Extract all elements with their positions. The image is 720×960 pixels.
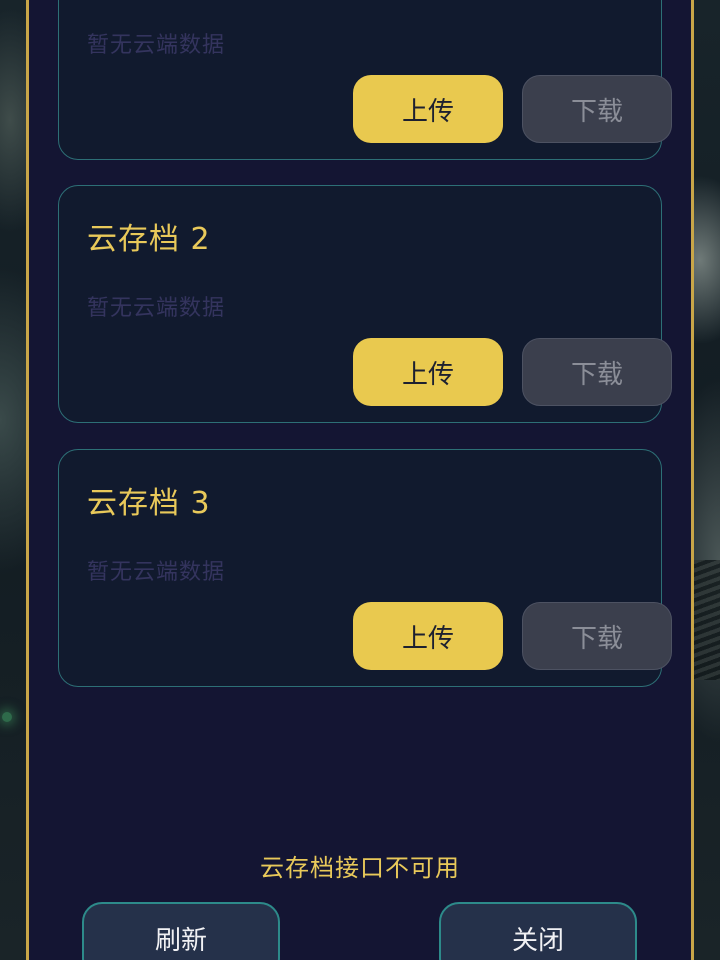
cloud-save-slot-1: 暂无云端数据 上传 下载 [58,0,672,160]
game-background: 暂无云端数据 上传 下载 云存档 2 暂无云端数据 上传 下载 云存档 3 暂无… [0,0,720,960]
cloud-status-message: 云存档接口不可用 [260,854,460,882]
download-button[interactable]: 下载 [522,602,672,670]
upload-button[interactable]: 上传 [353,338,503,406]
download-button[interactable]: 下载 [522,338,672,406]
glow-decoration [2,712,12,722]
slot-status: 暂无云端数据 [87,33,226,58]
upload-button[interactable]: 上传 [353,75,503,143]
slot-status: 暂无云端数据 [87,296,226,321]
upload-button[interactable]: 上传 [353,602,503,670]
cloud-save-slot-3: 云存档 3 暂无云端数据 上传 下载 [58,449,672,687]
slot-title: 云存档 2 [87,222,211,257]
feather-decoration [694,560,720,680]
refresh-button[interactable]: 刷新 [82,902,280,960]
slot-title: 云存档 3 [87,486,211,521]
cloud-save-slot-2: 云存档 2 暂无云端数据 上传 下载 [58,185,672,423]
slot-status: 暂无云端数据 [87,560,226,585]
download-button[interactable]: 下载 [522,75,672,143]
close-button[interactable]: 关闭 [439,902,637,960]
